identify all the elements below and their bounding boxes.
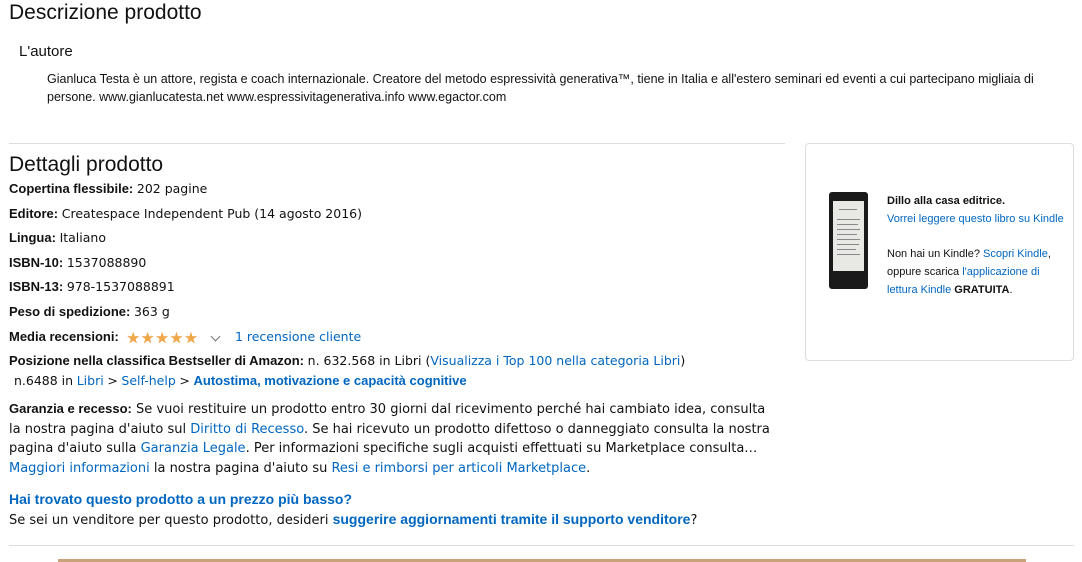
rank-label: Posizione nella classifica Bestseller di… bbox=[9, 353, 305, 368]
rank-value: n. 632.568 in Libri ( bbox=[307, 353, 431, 368]
section-divider bbox=[9, 545, 1074, 546]
publisher-value: Createspace Independent Pub (14 agosto 2… bbox=[61, 206, 363, 221]
isbn10-label: ISBN-10: bbox=[9, 255, 64, 270]
binding-value: 202 pagine bbox=[136, 181, 208, 196]
chevron-down-icon[interactable] bbox=[210, 331, 221, 342]
isbn13-value: 978-1537088891 bbox=[66, 279, 175, 294]
rank-close: ) bbox=[680, 353, 686, 368]
weight-value: 363 g bbox=[133, 304, 170, 319]
detail-subrank: n.6488 in Libri > Self-help > Autostima,… bbox=[14, 373, 467, 388]
description-title: Descrizione prodotto bbox=[9, 1, 202, 24]
tell-publisher-heading: Dillo alla casa editrice. bbox=[887, 195, 1006, 207]
language-value: Italiano bbox=[59, 230, 106, 245]
breadcrumb-separator: > bbox=[179, 373, 190, 388]
detail-binding: Copertina flessibile: 202 pagine bbox=[9, 181, 207, 196]
seller-feedback: Se sei un venditore per questo prodotto,… bbox=[9, 511, 697, 528]
details-title: Dettagli prodotto bbox=[9, 153, 164, 176]
breadcrumb-separator: > bbox=[107, 373, 118, 388]
star-rating[interactable]: ★★★★★ bbox=[126, 329, 198, 347]
weight-label: Peso di spedizione: bbox=[9, 304, 131, 319]
seller-end: ? bbox=[690, 513, 698, 528]
seller-text: Se sei un venditore per questo prodotto,… bbox=[9, 513, 329, 528]
no-kindle-text: Non hai un Kindle? bbox=[887, 248, 980, 260]
warranty-text-5: . bbox=[586, 460, 591, 476]
author-heading: L'autore bbox=[19, 43, 73, 60]
author-bio: Gianluca Testa è un attore, regista e co… bbox=[47, 72, 1034, 104]
lower-price-link[interactable]: Hai trovato questo prodotto a un prezzo … bbox=[9, 491, 352, 507]
free-label: GRATUITA bbox=[954, 284, 1010, 296]
seller-support-link[interactable]: suggerire aggiornamenti tramite il suppo… bbox=[333, 511, 691, 527]
recesso-link[interactable]: Diritto di Recesso bbox=[190, 422, 304, 437]
warranty-text-3: . Per informazioni specifiche sugli acqu… bbox=[245, 441, 758, 456]
detail-language: Lingua: Italiano bbox=[9, 230, 106, 245]
kindle-device-icon bbox=[829, 192, 868, 289]
binding-label: Copertina flessibile: bbox=[9, 181, 134, 196]
category-link-libri[interactable]: Libri bbox=[77, 373, 104, 388]
detail-rank: Posizione nella classifica Bestseller di… bbox=[9, 353, 685, 368]
category-link-self-help[interactable]: Self-help bbox=[121, 373, 175, 388]
request-kindle-link[interactable]: Vorrei leggere questo libro su Kindle bbox=[887, 213, 1064, 225]
kindle-promo-box: Dillo alla casa editrice. Vorrei leggere… bbox=[805, 143, 1074, 361]
star-icon: ★ bbox=[155, 330, 170, 347]
detail-weight: Peso di spedizione: 363 g bbox=[9, 304, 170, 319]
star-icon: ★ bbox=[126, 330, 141, 347]
detail-isbn10: ISBN-10: 1537088890 bbox=[9, 255, 146, 270]
detail-reviews: Media recensioni: ★★★★★ 1 recensione cli… bbox=[9, 329, 361, 347]
section-divider bbox=[9, 143, 785, 144]
returns-link[interactable]: Resi e rimborsi per articoli Marketplace bbox=[331, 461, 586, 476]
subrank-prefix: n.6488 in bbox=[14, 373, 74, 388]
garanzia-link[interactable]: Garanzia Legale bbox=[141, 441, 246, 456]
warranty-paragraph: Garanzia e recesso: Se vuoi restituire u… bbox=[9, 399, 779, 478]
star-icon: ★ bbox=[140, 330, 156, 347]
more-info-link[interactable]: Maggiori informazioni bbox=[9, 461, 150, 476]
warranty-text-4: la nostra pagina d'aiuto su bbox=[153, 460, 328, 476]
kindle-promo-text: Dillo alla casa editrice. Vorrei leggere… bbox=[887, 192, 1067, 299]
warranty-label: Garanzia e recesso: bbox=[9, 401, 132, 416]
isbn10-value: 1537088890 bbox=[66, 255, 147, 270]
language-label: Lingua: bbox=[9, 230, 56, 245]
free-period: . bbox=[1009, 284, 1013, 296]
star-icon: ★ bbox=[184, 330, 199, 347]
isbn13-label: ISBN-13: bbox=[9, 279, 64, 294]
star-icon: ★ bbox=[169, 330, 185, 347]
reviews-label: Media recensioni: bbox=[9, 329, 119, 344]
discover-kindle-link[interactable]: Scopri Kindle bbox=[983, 248, 1048, 260]
review-count-link[interactable]: 1 recensione cliente bbox=[235, 329, 361, 344]
detail-isbn13: ISBN-13: 978-1537088891 bbox=[9, 279, 175, 294]
top100-link[interactable]: Visualizza i Top 100 nella categoria Lib… bbox=[430, 353, 680, 368]
publisher-label: Editore: bbox=[9, 206, 59, 221]
detail-publisher: Editore: Createspace Independent Pub (14… bbox=[9, 206, 362, 221]
category-link-autostima[interactable]: Autostima, motivazione e capacità cognit… bbox=[194, 373, 467, 388]
